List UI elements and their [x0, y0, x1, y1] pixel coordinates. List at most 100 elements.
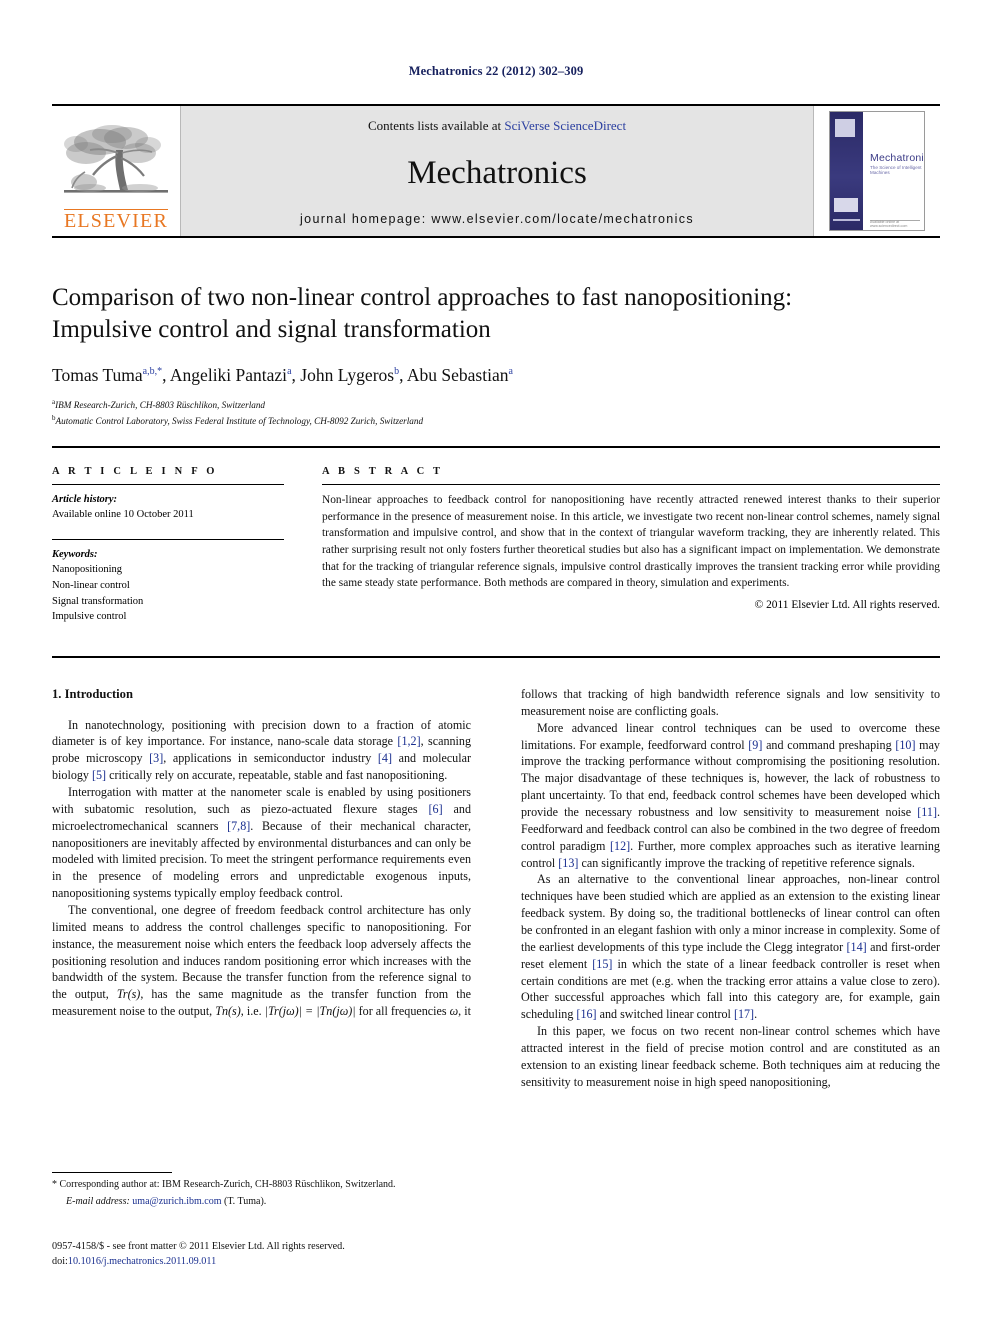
citation-link[interactable]: [13] — [558, 856, 578, 870]
doi-label: doi: — [52, 1255, 68, 1267]
keyword-item: Signal transformation — [52, 595, 144, 607]
paragraph-text: , applications in semiconductor industry — [163, 751, 378, 766]
elsevier-tree-icon — [64, 125, 168, 193]
cover-journal-title: Mechatronics — [870, 152, 924, 164]
author-3: Abu Sebastiana — [407, 365, 513, 385]
citation-link[interactable]: [17] — [734, 1007, 754, 1021]
citation-link[interactable]: [6] — [429, 802, 443, 816]
body-paragraph: In nanotechnology, positioning with prec… — [52, 717, 471, 784]
author-name: Angeliki Pantazi — [169, 365, 288, 385]
doi-line: doi:10.1016/j.mechatronics.2011.09.011 — [52, 1255, 552, 1270]
author-marks: a — [287, 366, 292, 378]
paragraph-text: and switched linear control — [596, 1007, 734, 1022]
elsevier-logo: ELSEVIER — [52, 106, 180, 236]
info-band-top-rule — [52, 446, 940, 448]
contents-prefix: Contents lists available at — [367, 118, 505, 133]
affiliation-text: IBM Research-Zurich, CH-8803 Rüschlikon,… — [55, 399, 266, 410]
paragraph-text: . — [754, 1007, 758, 1022]
page-footer: 0957-4158/$ - see front matter © 2011 El… — [52, 1240, 552, 1270]
citation-link[interactable]: [14] — [847, 940, 867, 954]
footnote-block: * Corresponding author at: IBM Research-… — [52, 1172, 471, 1209]
journal-homepage-link[interactable]: journal homepage: www.elsevier.com/locat… — [300, 212, 694, 226]
left-column-paragraphs: In nanotechnology, positioning with prec… — [52, 717, 471, 1020]
inline-math: Tr(s) — [116, 987, 141, 1002]
paper-title-line2: Impulsive control and signal transformat… — [52, 316, 491, 343]
info-band-bottom-rule — [52, 656, 940, 658]
paragraph-text: and command preshaping — [762, 737, 896, 752]
cover-badge-rule — [833, 219, 860, 221]
citation-link[interactable]: [7,8] — [227, 819, 250, 833]
citation-link[interactable]: [1,2] — [397, 734, 420, 748]
contents-available-line: Contents lists available at SciVerse Sci… — [368, 118, 626, 134]
inline-math: |Tr(jω)| = |Tn(jω)| — [264, 1004, 356, 1019]
paragraph-text: In this paper, we focus on two recent no… — [521, 1024, 940, 1089]
journal-cover-thumbnail: Mechatronics The Science of Intelligent … — [814, 106, 940, 236]
body-paragraph: As an alternative to the conventional li… — [521, 871, 940, 1023]
elsevier-wordmark: ELSEVIER — [63, 209, 169, 232]
body-paragraph: follows that tracking of high bandwidth … — [521, 686, 940, 720]
doi-link[interactable]: 10.1016/j.mechatronics.2011.09.011 — [68, 1256, 216, 1267]
abstract-rule — [322, 484, 940, 485]
keyword-item: Non-linear control — [52, 579, 130, 591]
running-head: Mechatronics 22 (2012) 302–309 — [408, 64, 584, 78]
author-2: John Lygerosb — [300, 365, 399, 385]
cover-ifac-logo — [834, 198, 858, 212]
inline-math: Tn(s) — [215, 1004, 241, 1019]
sciencedirect-link[interactable]: SciVerse ScienceDirect — [504, 118, 626, 133]
article-history-value: Available online 10 October 2011 — [52, 509, 194, 521]
body-column-right: follows that tracking of high bandwidth … — [521, 686, 940, 1091]
paper-title: Comparison of two non-linear control app… — [52, 282, 940, 346]
footnote-rule — [52, 1172, 172, 1173]
corresponding-author-note: * Corresponding author at: IBM Research-… — [52, 1179, 396, 1190]
cover-footer-text: Available online at www.sciencedirect.co… — [870, 220, 908, 228]
article-info-column: A R T I C L E I N F O Article history: A… — [52, 466, 284, 625]
author-list: Tomas Tumaa,b,*, Angeliki Pantazia, John… — [52, 365, 513, 385]
paragraph-text: can significantly improve the tracking o… — [578, 855, 915, 870]
author-marks: a — [508, 366, 513, 378]
citation-link[interactable]: [12] — [610, 839, 630, 853]
paper-title-line1: Comparison of two non-linear control app… — [52, 284, 793, 311]
email-suffix: (T. Tuma). — [223, 1196, 267, 1207]
cover-image: Mechatronics The Science of Intelligent … — [829, 111, 925, 231]
citation-link[interactable]: [5] — [92, 768, 106, 782]
journal-article-page: Mechatronics 22 (2012) 302–309 ELSEVIER … — [0, 0, 992, 1323]
author-name: Abu Sebastian — [406, 365, 509, 385]
author-marks: b — [394, 366, 400, 378]
affiliation-row: aIBM Research-Zurich, CH-8803 Rüschlikon… — [52, 397, 940, 413]
body-paragraph: The conventional, one degree of freedom … — [52, 902, 471, 1020]
citation-link[interactable]: [16] — [576, 1007, 596, 1021]
citation-link[interactable]: [3] — [149, 751, 163, 765]
email-link[interactable]: uma@zurich.ibm.com — [132, 1196, 221, 1207]
author-1: Angeliki Pantazia — [170, 365, 292, 385]
journal-masthead: ELSEVIER Contents lists available at Sci… — [52, 104, 940, 238]
author-0: Tomas Tumaa,b,* — [52, 365, 162, 385]
body-paragraph: More advanced linear control techniques … — [521, 720, 940, 872]
affiliation-text: Automatic Control Laboratory, Swiss Fede… — [55, 415, 424, 426]
abstract-copyright: © 2011 Elsevier Ltd. All rights reserved… — [754, 598, 940, 611]
paragraph-text: Interrogation with matter at the nanomet… — [52, 785, 471, 816]
keywords-rule — [52, 538, 284, 540]
body-paragraph: Interrogation with matter at the nanomet… — [52, 784, 471, 902]
cover-publisher-mark — [835, 119, 855, 137]
citation-link[interactable]: [11] — [917, 805, 937, 819]
keyword-item: Nanopositioning — [52, 564, 122, 576]
right-column-paragraphs: follows that tracking of high bandwidth … — [521, 686, 940, 1091]
citation-link[interactable]: [10] — [895, 738, 915, 752]
citation-link[interactable]: [9] — [748, 738, 762, 752]
body-paragraph: In this paper, we focus on two recent no… — [521, 1023, 940, 1090]
abstract-heading: A B S T R A C T — [322, 466, 444, 477]
citation-link[interactable]: [15] — [592, 957, 612, 971]
email-note: E-mail address: uma@zurich.ibm.com (T. T… — [52, 1195, 471, 1209]
paragraph-text: follows that tracking of high bandwidth … — [521, 687, 940, 718]
paragraph-text: , it — [458, 1004, 471, 1019]
keywords-label: Keywords: — [52, 548, 98, 560]
author-name: John Lygeros — [300, 365, 395, 385]
article-info-rule — [52, 484, 284, 485]
paragraph-text: , i.e. — [240, 1004, 265, 1019]
author-name: Tomas Tuma — [52, 365, 143, 385]
body-column-left: 1. Introduction In nanotechnology, posit… — [52, 686, 471, 1020]
keyword-item: Impulsive control — [52, 611, 127, 623]
citation-link[interactable]: [4] — [378, 751, 392, 765]
section-heading-introduction: 1. Introduction — [52, 687, 133, 701]
